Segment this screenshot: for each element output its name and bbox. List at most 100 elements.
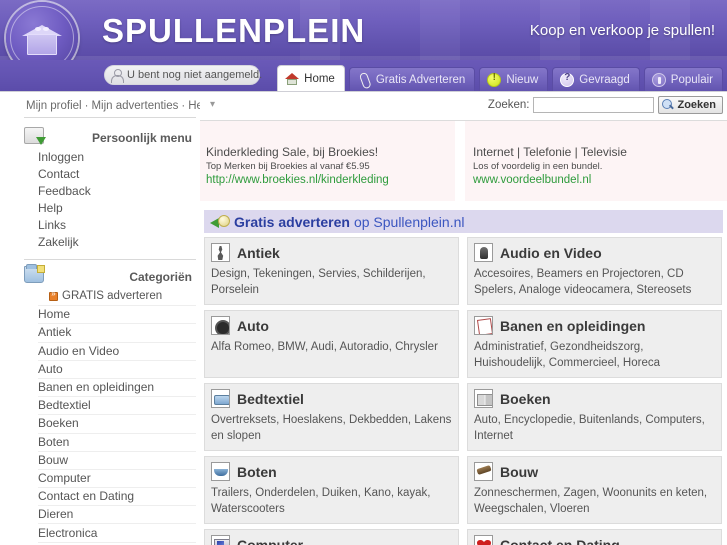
- category-card-header: Contact en Dating: [474, 535, 715, 545]
- tab-gratis-adverteren[interactable]: Gratis Adverteren: [348, 67, 476, 91]
- site-header: SPULLENPLEIN Koop en verkoop je spullen!: [0, 0, 727, 60]
- content-toolbar: ▾ Zoeken: Zoeken: [200, 92, 727, 120]
- audio-icon: [474, 243, 493, 262]
- category-card-contact-en-dating[interactable]: Contact en Dating: [467, 529, 722, 545]
- breadcrumb-divider: [24, 117, 196, 118]
- sidebar-item-computer[interactable]: Computer: [38, 470, 196, 489]
- sidebar-item-gratis-adverteren[interactable]: GRATIS adverteren: [38, 288, 196, 307]
- box-dot: [35, 27, 41, 31]
- box-body: [27, 34, 57, 55]
- tab-home[interactable]: Home: [277, 65, 345, 91]
- ad-subtitle: Los of voordelig in een bundel.: [473, 161, 603, 172]
- category-card-antiek[interactable]: Antiek Design, Tekeningen, Servies, Schi…: [204, 237, 459, 305]
- category-card-header: Bedtextiel: [211, 389, 452, 408]
- home-icon: [285, 72, 300, 86]
- sidebar-item-contact[interactable]: Contact: [38, 166, 196, 183]
- banen-icon: [474, 316, 493, 335]
- breadcrumb: Mijn profiel·Mijn advertenties·Help: [0, 92, 200, 117]
- category-subitems: Accesoires, Beamers en Projectoren, CD S…: [474, 268, 692, 296]
- sidebar-item-audio-en-video[interactable]: Audio en Video: [38, 343, 196, 361]
- breadcrumb-item-mijn-profiel[interactable]: Mijn profiel: [26, 100, 82, 112]
- gratis-adverteren-banner[interactable]: Gratis adverteren op Spullenplein.nl: [204, 210, 723, 233]
- category-subitems: Auto, Encyclopedie, Buitenlands, Compute…: [474, 414, 705, 442]
- ad-url[interactable]: http://www.broekies.nl/kinderkleding: [206, 173, 455, 188]
- category-card-header: Boten: [211, 462, 452, 481]
- category-card-computer[interactable]: Computer: [204, 529, 459, 545]
- tab-gevraagd[interactable]: Gevraagd: [552, 67, 640, 91]
- banner-bold-text: Gratis adverteren: [234, 213, 350, 230]
- sidebar-item-dieren[interactable]: Dieren: [38, 506, 196, 525]
- sidebar-item-boeken[interactable]: Boeken: [38, 415, 196, 434]
- categories-list: GRATIS adverteren Home Antiek Audio en V…: [24, 288, 196, 545]
- ad-title: Internet | Telefonie | Televisie: [473, 145, 627, 159]
- tab-label: Home: [304, 72, 335, 85]
- ad-block-left[interactable]: Kinderkleding Sale, bij Broekies! Top Me…: [200, 121, 455, 201]
- sidebar-item-links[interactable]: Links: [38, 217, 196, 234]
- category-title: Auto: [237, 317, 269, 334]
- tab-populair[interactable]: Populair: [643, 67, 723, 91]
- category-card-bouw[interactable]: Bouw Zonneschermen, Zagen, Woonunits en …: [467, 456, 722, 524]
- category-card-boten[interactable]: Boten Trailers, Onderdelen, Duiken, Kano…: [204, 456, 459, 524]
- sidebar: Mijn profiel·Mijn advertenties·Help Pers…: [0, 92, 200, 545]
- ad-url[interactable]: www.voordeelbundel.nl: [473, 173, 727, 188]
- ad-block-right[interactable]: Internet | Telefonie | Televisie Los of …: [465, 121, 727, 201]
- sidebar-item-inloggen[interactable]: Inloggen: [38, 149, 196, 166]
- boten-icon: [211, 462, 230, 481]
- sidebar-item-auto[interactable]: Auto: [38, 361, 196, 379]
- box-dot: [43, 27, 49, 31]
- trophy-icon: [651, 72, 666, 87]
- personal-menu-panel: Persoonlijk menu Inloggen Contact Feedba…: [24, 127, 196, 251]
- tab-nieuw[interactable]: Nieuw: [479, 67, 549, 91]
- category-subitems: Alfa Romeo, BMW, Audi, Autoradio, Chrysl…: [211, 341, 438, 353]
- sidebar-item-boten[interactable]: Boten: [38, 434, 196, 452]
- sidebar-item-bouw[interactable]: Bouw: [38, 452, 196, 470]
- antiek-icon: [211, 243, 230, 262]
- categories-panel: Categoriën GRATIS adverteren Home Antiek…: [24, 264, 196, 545]
- search-button[interactable]: Zoeken: [658, 96, 723, 114]
- bedtextiel-icon: [211, 389, 230, 408]
- page-title: SPULLENPLEIN: [102, 12, 366, 49]
- sidebar-item-feedback[interactable]: Feedback: [38, 183, 196, 200]
- sidebar-item-home[interactable]: Home: [38, 306, 196, 325]
- category-card-audio-en-video[interactable]: Audio en Video Accesoires, Beamers en Pr…: [467, 237, 722, 305]
- category-card-auto[interactable]: Auto Alfa Romeo, BMW, Audi, Autoradio, C…: [204, 310, 459, 378]
- category-card-bedtextiel[interactable]: Bedtextiel Overtreksets, Hoeslakens, Dek…: [204, 383, 459, 451]
- magnifier-icon: [662, 99, 674, 111]
- category-card-boeken[interactable]: Boeken Auto, Encyclopedie, Buitenlands, …: [467, 383, 722, 451]
- sidebar-item-help[interactable]: Help: [38, 200, 196, 217]
- search-label: Zoeken:: [487, 99, 530, 111]
- user-icon: [111, 68, 124, 83]
- search-input[interactable]: [533, 97, 655, 113]
- category-card-banen-en-opleidingen[interactable]: Banen en opleidingen Administratief, Gez…: [467, 310, 722, 378]
- computer-icon: [211, 535, 230, 545]
- sidebar-divider: [24, 259, 196, 260]
- chevron-down-icon[interactable]: ▾: [210, 99, 215, 110]
- login-status-pill[interactable]: U bent nog niet aangemeld.: [104, 65, 262, 85]
- box-icon: [22, 20, 62, 56]
- alert-dot-icon: [487, 72, 502, 87]
- category-title: Antiek: [237, 244, 280, 261]
- sidebar-item-label: GRATIS adverteren: [62, 290, 163, 303]
- category-title: Boeken: [500, 390, 551, 407]
- advertisement-row: Kinderkleding Sale, bij Broekies! Top Me…: [200, 121, 727, 201]
- sidebar-item-bedtextiel[interactable]: Bedtextiel: [38, 397, 196, 416]
- site-tagline: Koop en verkoop je spullen!: [529, 22, 715, 39]
- folder-icon: [24, 264, 45, 283]
- category-subitems: Zonneschermen, Zagen, Woonunits en keten…: [474, 487, 708, 515]
- category-card-header: Auto: [211, 316, 452, 335]
- personal-menu-list: Inloggen Contact Feedback Help Links Zak…: [24, 149, 196, 251]
- sidebar-item-banen-en-opleidingen[interactable]: Banen en opleidingen: [38, 379, 196, 398]
- breadcrumb-item-mijn-advertenties[interactable]: Mijn advertenties: [91, 100, 178, 112]
- breadcrumb-item-help[interactable]: Help: [188, 100, 200, 112]
- sidebar-item-contact-en-dating[interactable]: Contact en Dating: [38, 488, 196, 507]
- category-title: Banen en opleidingen: [500, 317, 646, 334]
- site-logo[interactable]: [6, 2, 78, 60]
- tab-label: Populair: [670, 73, 713, 86]
- main-content: ▾ Zoeken: Zoeken Kinderkleding Sale, bij…: [200, 92, 727, 545]
- auto-icon: [211, 316, 230, 335]
- sidebar-item-zakelijk[interactable]: Zakelijk: [38, 234, 196, 251]
- tab-label: Nieuw: [506, 73, 539, 86]
- sidebar-item-antiek[interactable]: Antiek: [38, 324, 196, 343]
- category-card-header: Bouw: [474, 462, 715, 481]
- sidebar-item-electronica[interactable]: Electronica: [38, 524, 196, 543]
